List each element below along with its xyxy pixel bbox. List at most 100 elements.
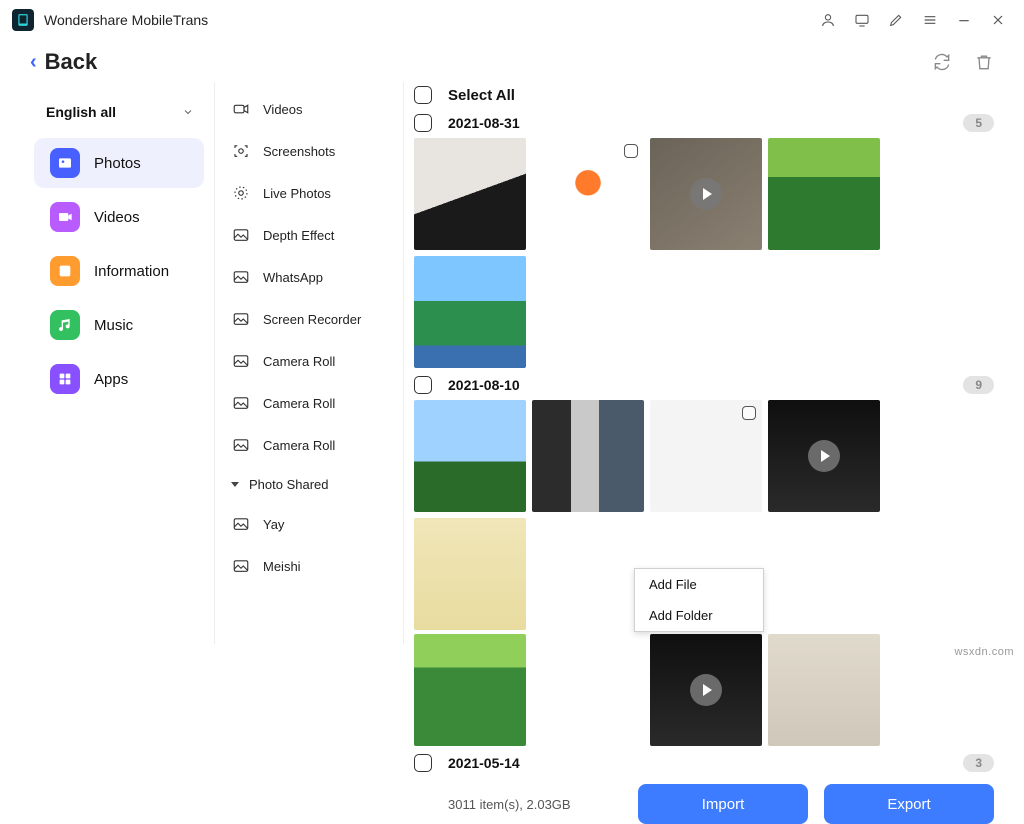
play-icon bbox=[808, 440, 840, 472]
nav-label: Videos bbox=[94, 209, 140, 226]
menu-icon[interactable] bbox=[916, 6, 944, 34]
feedback-icon[interactable] bbox=[848, 6, 876, 34]
photo-thumbnail[interactable] bbox=[414, 138, 526, 250]
language-selector[interactable]: English all bbox=[24, 94, 214, 134]
nav-label: Music bbox=[94, 317, 133, 334]
language-label: English all bbox=[46, 104, 116, 120]
main-body: English all Photos Videos Information Mu… bbox=[0, 82, 1024, 656]
photo-thumbnail[interactable] bbox=[650, 400, 762, 512]
category-sidebar: English all Photos Videos Information Mu… bbox=[24, 82, 214, 644]
nav-photos[interactable]: Photos bbox=[34, 138, 204, 188]
group-date: 2021-08-10 bbox=[448, 377, 520, 393]
photo-thumbnail[interactable] bbox=[532, 400, 644, 512]
nav-label: Apps bbox=[94, 371, 128, 388]
trash-icon[interactable] bbox=[968, 46, 1000, 78]
sub-deptheffect[interactable]: Depth Effect bbox=[215, 214, 403, 256]
screenshot-icon bbox=[231, 141, 251, 161]
information-icon bbox=[50, 256, 80, 286]
image-icon bbox=[231, 393, 251, 413]
video-thumbnail[interactable] bbox=[768, 400, 880, 512]
photo-thumbnail[interactable] bbox=[414, 256, 526, 368]
import-button[interactable]: Import bbox=[638, 784, 808, 824]
nav-label: Information bbox=[94, 263, 169, 280]
sub-meishi[interactable]: Meishi bbox=[215, 545, 403, 587]
video-icon bbox=[231, 99, 251, 119]
sub-videos[interactable]: Videos bbox=[215, 88, 403, 130]
photo-thumbnail[interactable] bbox=[532, 138, 644, 250]
sub-cameraroll[interactable]: Camera Roll bbox=[215, 340, 403, 382]
photo-thumbnail[interactable] bbox=[414, 518, 526, 630]
date-group-row: 2021-08-31 5 bbox=[408, 108, 1000, 136]
image-icon bbox=[231, 514, 251, 534]
photos-icon bbox=[50, 148, 80, 178]
group-count: 3 bbox=[963, 754, 994, 772]
back-button[interactable]: ‹ Back bbox=[30, 49, 97, 75]
context-menu: Add File Add Folder bbox=[634, 568, 764, 632]
watermark: wsxdn.com bbox=[954, 646, 1014, 658]
edit-icon[interactable] bbox=[882, 6, 910, 34]
context-add-file[interactable]: Add File bbox=[635, 569, 763, 600]
thumbnail-row bbox=[408, 632, 1000, 748]
play-icon bbox=[690, 674, 722, 706]
select-all-label: Select All bbox=[448, 87, 515, 104]
image-icon bbox=[231, 351, 251, 371]
account-icon[interactable] bbox=[814, 6, 842, 34]
sub-cameraroll[interactable]: Camera Roll bbox=[215, 382, 403, 424]
refresh-icon[interactable] bbox=[926, 46, 958, 78]
content-pane: Select All 2021-08-31 5 2021-08-10 9 bbox=[404, 82, 1000, 644]
context-add-folder[interactable]: Add Folder bbox=[635, 600, 763, 631]
image-icon bbox=[231, 435, 251, 455]
nav-information[interactable]: Information bbox=[34, 246, 204, 296]
photo-thumbnail[interactable] bbox=[414, 400, 526, 512]
sub-photoshared-header[interactable]: Photo Shared bbox=[215, 466, 403, 503]
minimize-button[interactable] bbox=[950, 6, 978, 34]
nav-label: Photos bbox=[94, 155, 141, 172]
group-date: 2021-08-31 bbox=[448, 115, 520, 131]
image-icon bbox=[231, 225, 251, 245]
back-row: ‹ Back bbox=[0, 40, 1024, 82]
footer-row: 3011 item(s), 2.03GB Import Export bbox=[408, 776, 1000, 824]
image-icon bbox=[231, 556, 251, 576]
back-label: Back bbox=[45, 49, 98, 75]
nav-music[interactable]: Music bbox=[34, 300, 204, 350]
sub-livephotos[interactable]: Live Photos bbox=[215, 172, 403, 214]
image-icon bbox=[231, 309, 251, 329]
video-thumbnail[interactable] bbox=[650, 138, 762, 250]
sub-yay[interactable]: Yay bbox=[215, 503, 403, 545]
group-date: 2021-05-14 bbox=[448, 755, 520, 771]
nav-videos[interactable]: Videos bbox=[34, 192, 204, 242]
date-group-row: 2021-05-14 3 bbox=[408, 748, 1000, 776]
titlebar: Wondershare MobileTrans bbox=[0, 0, 1024, 40]
music-icon bbox=[50, 310, 80, 340]
photo-thumbnail[interactable] bbox=[768, 138, 880, 250]
item-stats: 3011 item(s), 2.03GB bbox=[448, 797, 571, 812]
thumbnail-row bbox=[408, 136, 1000, 370]
video-thumbnail[interactable] bbox=[650, 634, 762, 746]
album-sidebar: Videos Screenshots Live Photos Depth Eff… bbox=[214, 82, 404, 644]
group-count: 5 bbox=[963, 114, 994, 132]
app-title: Wondershare MobileTrans bbox=[44, 12, 208, 28]
photo-thumbnail[interactable] bbox=[532, 634, 644, 746]
group-count: 9 bbox=[963, 376, 994, 394]
apps-icon bbox=[50, 364, 80, 394]
thumb-checkbox[interactable] bbox=[742, 406, 756, 420]
photo-thumbnail[interactable] bbox=[768, 634, 880, 746]
livephoto-icon bbox=[231, 183, 251, 203]
close-button[interactable] bbox=[984, 6, 1012, 34]
thumb-checkbox[interactable] bbox=[624, 144, 638, 158]
group-checkbox[interactable] bbox=[414, 114, 432, 132]
sub-screenrecorder[interactable]: Screen Recorder bbox=[215, 298, 403, 340]
photo-thumbnail[interactable] bbox=[414, 634, 526, 746]
sub-whatsapp[interactable]: WhatsApp bbox=[215, 256, 403, 298]
group-checkbox[interactable] bbox=[414, 376, 432, 394]
sub-cameraroll[interactable]: Camera Roll bbox=[215, 424, 403, 466]
image-icon bbox=[231, 267, 251, 287]
export-button[interactable]: Export bbox=[824, 784, 994, 824]
date-group-row: 2021-08-10 9 bbox=[408, 370, 1000, 398]
app-logo bbox=[12, 9, 34, 31]
select-all-checkbox[interactable] bbox=[414, 86, 432, 104]
nav-apps[interactable]: Apps bbox=[34, 354, 204, 404]
group-checkbox[interactable] bbox=[414, 754, 432, 772]
sub-screenshots[interactable]: Screenshots bbox=[215, 130, 403, 172]
chevron-left-icon: ‹ bbox=[30, 51, 37, 74]
